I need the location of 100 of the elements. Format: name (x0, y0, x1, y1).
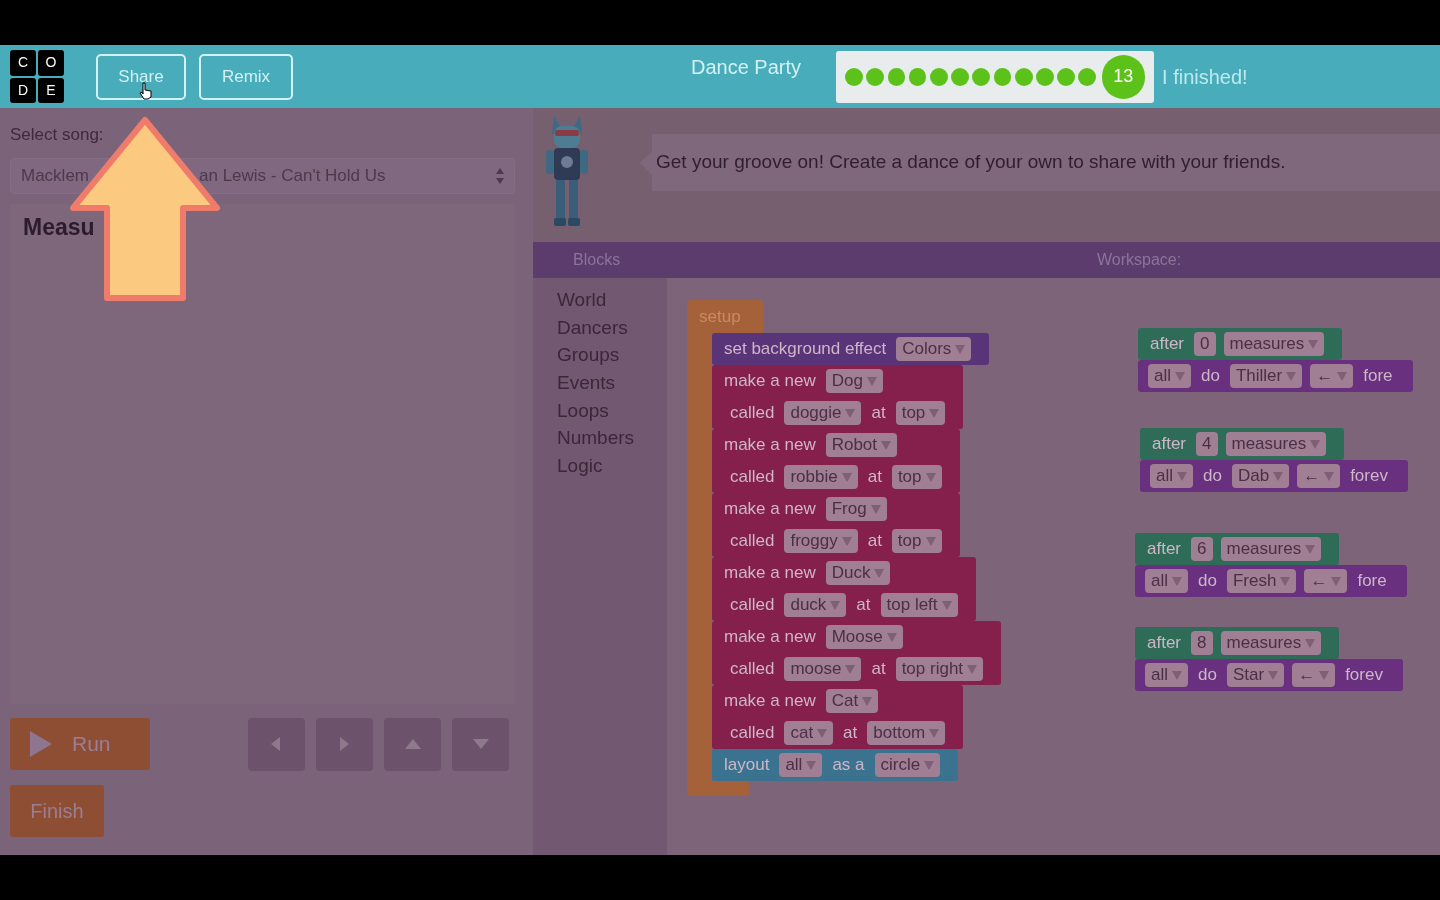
block-dropdown[interactable]: all (1150, 464, 1193, 488)
block-dropdown[interactable]: ← (1310, 364, 1354, 388)
caret-icon (1280, 576, 1291, 586)
block-dropdown[interactable]: Duck (825, 561, 891, 585)
caret-icon (967, 664, 978, 674)
toolbox-category[interactable]: World (557, 286, 667, 314)
stage-heading: Measu (23, 213, 95, 240)
caret-icon (817, 728, 828, 738)
block-label: after (1146, 632, 1183, 655)
number-field[interactable]: 6 (1191, 537, 1213, 561)
block-label: as a (831, 754, 866, 777)
code-block[interactable]: all do Fresh ← fore (1135, 565, 1407, 597)
number-field[interactable]: 0 (1194, 332, 1216, 356)
blocks-label: Blocks (573, 250, 622, 270)
block-dropdown[interactable]: all (1145, 663, 1188, 687)
toolbox-category[interactable]: Loops (557, 396, 667, 425)
block-label: make a new (723, 370, 817, 393)
code-block[interactable]: make a new Moose called moose at top right (712, 621, 1002, 685)
toolbox-category[interactable]: Numbers (557, 424, 667, 453)
block-dropdown[interactable]: all (1145, 569, 1188, 593)
remix-button[interactable]: Remix (199, 53, 293, 100)
block-dropdown[interactable]: ← (1292, 663, 1336, 687)
block-label: make a new (723, 434, 817, 457)
block-dropdown[interactable]: cat (784, 721, 834, 745)
direction-button[interactable] (248, 717, 305, 771)
block-dropdown[interactable]: measures (1225, 432, 1327, 456)
block-dropdown[interactable]: measures (1223, 332, 1325, 356)
block-dropdown[interactable]: froggy (784, 529, 858, 553)
block-dropdown[interactable]: Colors (896, 337, 972, 361)
code-block[interactable]: make a new Robot called robbie at top (712, 429, 960, 493)
block-dropdown[interactable]: circle (874, 753, 941, 777)
code-block[interactable]: make a new Duck called duck at top left (712, 557, 976, 621)
block-dropdown[interactable]: doggie (784, 401, 862, 425)
code-block[interactable]: after 6 measures (1135, 533, 1340, 565)
block-dropdown[interactable]: Cat (825, 689, 879, 713)
hand-cursor-icon (139, 82, 153, 100)
play-icon (30, 730, 52, 757)
block-dropdown[interactable]: Thiller (1229, 364, 1303, 388)
code-block[interactable]: after 8 measures (1135, 627, 1340, 659)
finish-link[interactable]: I finished! (1162, 61, 1248, 92)
code-block[interactable]: set background effect Colors (712, 333, 990, 365)
block-dropdown[interactable]: duck (784, 593, 847, 617)
block-dropdown[interactable]: top (895, 401, 946, 425)
block-label: do (1202, 465, 1223, 488)
code-block[interactable]: after 4 measures (1140, 428, 1345, 460)
toolbox-category[interactable]: Dancers (557, 313, 667, 342)
code-block[interactable]: after 0 measures (1138, 328, 1343, 360)
toolbox-category[interactable]: Logic (557, 452, 667, 480)
caret-icon (1308, 339, 1319, 349)
block-dropdown[interactable]: Moose (825, 625, 903, 649)
block-label: make a new (723, 562, 817, 585)
block-dropdown[interactable]: ← (1304, 569, 1348, 593)
run-button[interactable]: Run (10, 717, 150, 770)
block-label: at (842, 722, 859, 745)
caret-icon (1324, 471, 1335, 481)
code-block[interactable]: all do Thiller ← fore (1138, 360, 1413, 392)
block-dropdown[interactable]: all (1148, 364, 1191, 388)
number-field[interactable]: 4 (1196, 432, 1218, 456)
level-badge[interactable]: 13 (1101, 54, 1145, 99)
block-dropdown[interactable]: Robot (825, 433, 898, 457)
block-label: at (870, 402, 887, 425)
block-dropdown[interactable]: measures (1220, 631, 1322, 655)
caret-icon (1177, 471, 1187, 481)
block-dropdown[interactable]: robbie (784, 465, 858, 489)
caret-icon (1319, 670, 1330, 680)
block-dropdown[interactable]: Dab (1231, 464, 1290, 488)
code-block[interactable]: all do Star ← forev (1135, 659, 1403, 691)
block-dropdown[interactable]: top (891, 529, 942, 553)
caret-icon (1286, 371, 1297, 381)
block-dropdown[interactable]: moose (784, 657, 862, 681)
block-label: layout (723, 754, 771, 777)
block-dropdown[interactable]: Fresh (1226, 569, 1297, 593)
block-dropdown[interactable]: top right (895, 657, 984, 681)
block-dropdown[interactable]: top (891, 465, 942, 489)
caret-icon (925, 536, 936, 546)
logo[interactable]: C O D E (10, 50, 64, 103)
caret-icon (1305, 544, 1316, 554)
finish-button[interactable]: Finish (10, 784, 104, 837)
block-dropdown[interactable]: bottom (867, 721, 946, 745)
caret-icon (870, 504, 881, 514)
block-dropdown[interactable]: Star (1226, 663, 1285, 687)
block-dropdown[interactable]: Frog (825, 497, 887, 521)
code-block[interactable]: layout all as a circle (712, 749, 959, 781)
code-block[interactable]: make a new Dog called doggie at top (712, 365, 964, 429)
code-block[interactable]: all do Dab ← forev (1140, 460, 1408, 492)
direction-button[interactable] (452, 717, 509, 771)
direction-button[interactable] (384, 717, 441, 771)
block-label: at (866, 530, 883, 553)
block-dropdown[interactable]: all (779, 753, 823, 777)
direction-button[interactable] (316, 717, 373, 771)
block-dropdown[interactable]: ← (1297, 464, 1341, 488)
toolbox-category[interactable]: Events (557, 369, 667, 397)
block-dropdown[interactable]: Dog (825, 369, 883, 393)
block-dropdown[interactable]: measures (1220, 537, 1322, 561)
block-label: after (1149, 333, 1186, 356)
number-field[interactable]: 8 (1191, 631, 1213, 655)
code-block[interactable]: make a new Frog called froggy at top (712, 493, 960, 557)
toolbox-category[interactable]: Groups (557, 341, 667, 370)
block-label: fore (1362, 365, 1394, 388)
block-dropdown[interactable]: top left (880, 593, 958, 617)
